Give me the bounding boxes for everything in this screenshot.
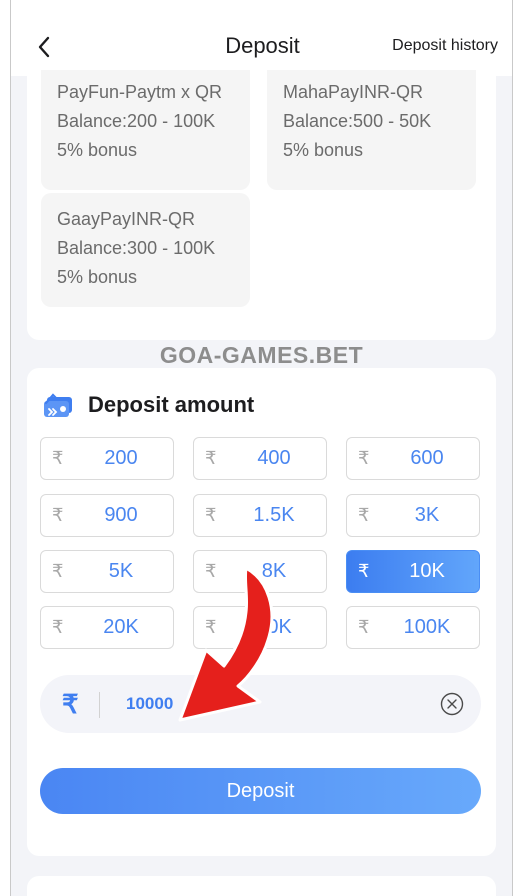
amount-option-value: 600	[410, 447, 444, 469]
amount-option[interactable]: ₹900	[40, 494, 174, 537]
app-frame: Deposit Deposit history PayFun-Paytm x Q…	[10, 0, 513, 896]
channel-balance: Balance:300 - 100K	[57, 238, 216, 258]
payment-channels-card: PayFun-Paytm x QR Balance:200 - 100K 5% …	[27, 60, 496, 340]
amount-option[interactable]: ₹400	[193, 437, 327, 480]
channel-name: GaayPayINR-QR	[57, 209, 196, 229]
amount-option[interactable]: ₹50K	[193, 606, 327, 649]
amount-option[interactable]: ₹3K	[346, 494, 480, 537]
amount-input[interactable]	[126, 689, 426, 719]
amount-option-value: 200	[104, 447, 138, 469]
amount-option-value: 900	[104, 504, 138, 526]
amount-option[interactable]: ₹1.5K	[193, 494, 327, 537]
watermark: GOA-GAMES.BET	[159, 342, 364, 368]
amount-option[interactable]: ₹8K	[193, 550, 327, 593]
rupee-icon: ₹	[52, 448, 64, 468]
amount-option-value: 100K	[403, 616, 451, 638]
rupee-icon: ₹	[358, 505, 370, 525]
amount-option[interactable]: ₹200	[40, 437, 174, 480]
rupee-icon: ₹	[62, 689, 79, 719]
amount-option-value: 10K	[409, 560, 445, 582]
amount-option-value: 5K	[108, 560, 134, 582]
deposit-amount-card: Deposit amount ₹200 ₹400 ₹600 ₹900 ₹1.5K…	[27, 368, 496, 856]
next-section-card	[27, 876, 496, 896]
rupee-icon: ₹	[52, 505, 64, 525]
channel-bonus: 5% bonus	[57, 267, 138, 287]
clear-input-icon[interactable]	[440, 692, 464, 716]
amount-option[interactable]: ₹100K	[346, 606, 480, 649]
channel-bonus: 5% bonus	[57, 140, 138, 160]
rupee-icon: ₹	[52, 561, 64, 581]
amount-option-value: 1.5K	[253, 504, 295, 526]
chevron-left-icon	[38, 36, 50, 58]
amount-option-value: 50K	[256, 616, 292, 638]
channel-bonus: 5% bonus	[283, 140, 364, 160]
rupee-icon: ₹	[205, 561, 217, 581]
rupee-icon: ₹	[205, 448, 217, 468]
deposit-amount-header: Deposit amount	[41, 388, 254, 422]
amount-input-row: ₹	[40, 675, 481, 733]
channel-balance: Balance:500 - 50K	[283, 111, 432, 131]
rupee-icon: ₹	[52, 617, 64, 637]
amount-option-value: 3K	[414, 504, 440, 526]
rupee-icon: ₹	[358, 448, 370, 468]
amount-option-selected[interactable]: ₹10K	[346, 550, 480, 593]
amount-option[interactable]: ₹5K	[40, 550, 174, 593]
channel-option[interactable]: MahaPayINR-QR Balance:500 - 50K 5% bonus	[267, 70, 476, 190]
deposit-button[interactable]: Deposit	[40, 768, 481, 814]
amount-option[interactable]: ₹20K	[40, 606, 174, 649]
channel-name: MahaPayINR-QR	[283, 82, 424, 102]
rupee-icon: ₹	[205, 617, 217, 637]
amount-option-value: 400	[257, 447, 291, 469]
deposit-history-link[interactable]: Deposit history	[392, 37, 498, 55]
amount-option-value: 8K	[261, 560, 287, 582]
amount-option-value: 20K	[103, 616, 139, 638]
wallet-icon	[44, 393, 72, 417]
channel-balance: Balance:200 - 100K	[57, 111, 216, 131]
back-button[interactable]	[29, 30, 59, 64]
channel-option[interactable]: PayFun-Paytm x QR Balance:200 - 100K 5% …	[41, 70, 250, 190]
deposit-amount-title: Deposit amount	[88, 392, 255, 417]
amount-option[interactable]: ₹600	[346, 437, 480, 480]
channel-option[interactable]: GaayPayINR-QR Balance:300 - 100K 5% bonu…	[41, 193, 250, 307]
rupee-icon: ₹	[358, 561, 370, 581]
channel-name: PayFun-Paytm x QR	[57, 82, 223, 102]
rupee-icon: ₹	[358, 617, 370, 637]
rupee-icon: ₹	[205, 505, 217, 525]
divider	[99, 692, 100, 718]
